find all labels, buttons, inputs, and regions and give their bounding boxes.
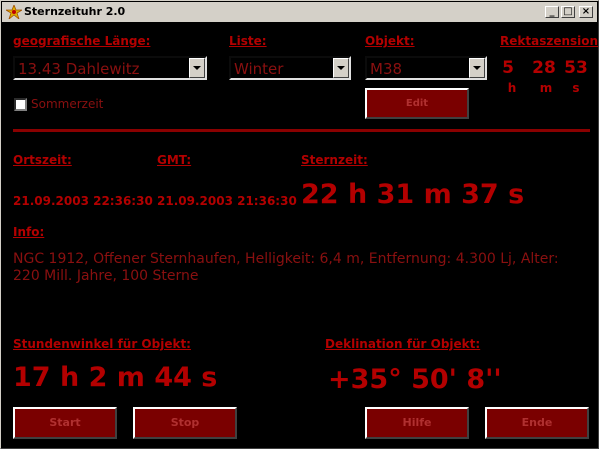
liste-value: Winter bbox=[234, 60, 284, 78]
maximize-icon: □ bbox=[563, 6, 573, 17]
sommerzeit-checkbox[interactable] bbox=[14, 98, 27, 111]
sternzeit-value: 22 h 31 m 37 s bbox=[301, 179, 525, 210]
chevron-down-icon[interactable] bbox=[469, 58, 485, 78]
stundenwinkel-value: 17 h 2 m 44 s bbox=[13, 362, 218, 393]
start-button[interactable]: Start bbox=[13, 407, 117, 439]
rekta-seconds: 53 bbox=[564, 58, 588, 78]
rekta-hours: 5 bbox=[502, 58, 514, 78]
divider bbox=[13, 129, 590, 132]
chevron-down-icon[interactable] bbox=[189, 58, 205, 78]
gmt-value: 21.09.2003 21:36:30 bbox=[157, 194, 297, 208]
star-clock-icon bbox=[6, 5, 22, 19]
minimize-icon: _ bbox=[549, 6, 555, 17]
edit-button[interactable]: Edit bbox=[365, 88, 469, 119]
sternzeit-label: Sternzeit: bbox=[301, 153, 368, 167]
close-button[interactable]: × bbox=[579, 6, 593, 18]
rekta-seconds-unit: s bbox=[572, 81, 580, 95]
stundenwinkel-label: Stundenwinkel für Objekt: bbox=[13, 337, 191, 351]
stop-button[interactable]: Stop bbox=[133, 407, 237, 439]
laenge-value: 13.43 Dahlewitz bbox=[18, 60, 140, 78]
main-window: Sternzeituhr 2.0 _ □ × geografische Läng… bbox=[0, 0, 599, 449]
close-icon: × bbox=[581, 6, 591, 17]
rektaszension-label: Rektaszension bbox=[500, 34, 599, 48]
ende-button[interactable]: Ende bbox=[485, 407, 589, 439]
rekta-minutes-unit: m bbox=[539, 81, 553, 95]
info-text: NGC 1912, Offener Sternhaufen, Helligkei… bbox=[13, 251, 559, 284]
deklination-value: +35° 50' 8'' bbox=[328, 364, 502, 395]
liste-select[interactable]: Winter bbox=[229, 56, 351, 80]
objekt-value: M38 bbox=[370, 60, 403, 78]
gmt-label: GMT: bbox=[157, 153, 192, 167]
minimize-button[interactable]: _ bbox=[545, 6, 559, 18]
ortszeit-label: Ortszeit: bbox=[13, 153, 72, 167]
window-title: Sternzeituhr 2.0 bbox=[24, 5, 126, 18]
laenge-select[interactable]: 13.43 Dahlewitz bbox=[13, 56, 207, 80]
hilfe-button[interactable]: Hilfe bbox=[365, 407, 469, 439]
liste-label: Liste: bbox=[229, 34, 267, 48]
objekt-label: Objekt: bbox=[365, 34, 415, 48]
objekt-select[interactable]: M38 bbox=[365, 56, 487, 80]
title-bar[interactable]: Sternzeituhr 2.0 _ □ × bbox=[2, 2, 597, 22]
client-area: geografische Länge: Liste: Objekt: Rekta… bbox=[3, 23, 599, 447]
laenge-label: geografische Länge: bbox=[13, 34, 151, 48]
sommerzeit-label[interactable]: Sommerzeit bbox=[31, 97, 103, 111]
ortszeit-value: 21.09.2003 22:36:30 bbox=[13, 194, 153, 208]
rekta-hours-unit: h bbox=[507, 81, 517, 95]
rekta-minutes: 28 bbox=[532, 58, 556, 78]
info-label: Info: bbox=[13, 225, 45, 239]
chevron-down-icon[interactable] bbox=[333, 58, 349, 78]
deklination-label: Deklination für Objekt: bbox=[325, 337, 481, 351]
maximize-button[interactable]: □ bbox=[561, 6, 575, 18]
